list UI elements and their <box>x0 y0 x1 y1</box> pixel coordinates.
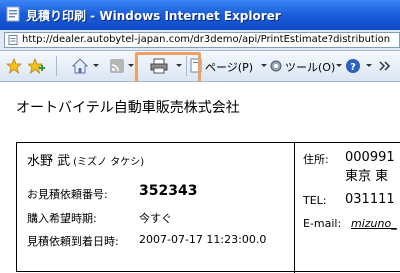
ie-page-icon <box>6 6 20 22</box>
tel-label: TEL: <box>303 194 327 207</box>
email-label: E-mail: <box>303 217 342 230</box>
home-icon[interactable] <box>72 58 88 74</box>
address-line1: 000991 <box>345 150 395 165</box>
toolbar-overflow-icon[interactable] <box>378 58 392 74</box>
estimate-number-value: 352343 <box>139 183 198 199</box>
window-title: 見積り印刷 - Windows Internet Explorer <box>26 9 281 23</box>
customer-name: 水野 武 (ミズノ タケシ) <box>27 150 144 169</box>
page-dropdown-icon[interactable] <box>261 64 267 67</box>
address-line2: 東京 東 <box>345 169 389 184</box>
title-bar: 見積り印刷 - Windows Internet Explorer <box>0 0 400 30</box>
help-dropdown-icon[interactable] <box>366 64 372 67</box>
print-button-highlight <box>135 52 201 86</box>
tel-value: 031111 <box>345 192 395 207</box>
favorites-star-icon[interactable] <box>6 58 22 74</box>
estimate-number-label: お見積依頼番号: <box>27 188 108 201</box>
tools-dropdown-icon[interactable] <box>336 64 342 67</box>
email-link[interactable]: mizuno_ <box>351 217 397 230</box>
address-bar: http://dealer.autobytel-japan.com/dr3dem… <box>0 30 400 51</box>
add-favorites-icon[interactable] <box>28 58 46 74</box>
purchase-timing-label: 購入希望時期: <box>27 212 97 225</box>
home-dropdown-icon[interactable] <box>93 64 99 67</box>
card-divider <box>294 143 295 273</box>
gear-icon[interactable] <box>268 58 284 74</box>
url-field[interactable]: http://dealer.autobytel-japan.com/dr3dem… <box>4 32 400 48</box>
help-icon[interactable]: ? <box>345 58 361 74</box>
customer-name-text: 水野 武 <box>27 154 71 169</box>
tools-menu-button[interactable]: ツール(O) <box>285 59 335 75</box>
customer-card: 水野 武 (ミズノ タケシ) お見積依頼番号: 352343 購入希望時期: 今す… <box>16 142 400 273</box>
arrival-datetime-value: 2007-07-17 11:23:00.0 <box>139 233 267 246</box>
company-name: オートバイテル自動車販売株式会社 <box>16 100 240 116</box>
svg-text:?: ? <box>350 62 356 73</box>
page-icon <box>8 35 18 45</box>
customer-kana: (ミズノ タケシ) <box>73 157 145 168</box>
feeds-icon[interactable] <box>110 58 124 74</box>
url-text: http://dealer.autobytel-japan.com/dr3dem… <box>22 34 391 45</box>
purchase-timing-value: 今すぐ <box>139 212 172 225</box>
document-area: オートバイテル自動車販売株式会社 水野 武 (ミズノ タケシ) お見積依頼番号: … <box>0 82 400 273</box>
feeds-dropdown-icon[interactable] <box>128 64 134 67</box>
page-menu-button[interactable]: ページ(P) <box>205 59 253 75</box>
address-label: 住所: <box>303 153 329 166</box>
arrival-datetime-label: 見積依頼到着日時: <box>27 235 119 248</box>
